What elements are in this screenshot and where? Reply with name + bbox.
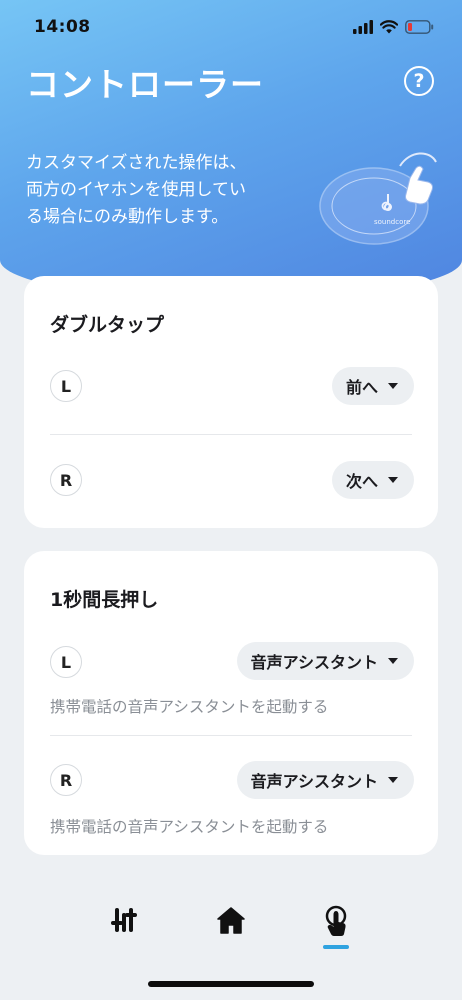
long-press-card: 1秒間長押し L 音声アシスタント 携帯電話の音声アシスタントを起動する R 音… <box>24 551 438 855</box>
earbud-illustration: soundcore <box>319 152 437 245</box>
chevron-down-icon <box>388 383 398 389</box>
left-earbud-badge: L <box>50 646 82 678</box>
tab-controls[interactable] <box>316 905 356 949</box>
active-tab-indicator <box>323 945 349 949</box>
home-indicator <box>148 981 314 987</box>
status-time: 14:08 <box>34 17 91 37</box>
long-press-right-description: 携帯電話の音声アシスタントを起動する <box>50 818 329 836</box>
wifi-icon <box>380 20 398 34</box>
hero-description: カスタマイズされた操作は、 両方のイヤホンを使用してい る場合にのみ動作します。 <box>26 150 298 231</box>
long-press-left-description: 携帯電話の音声アシスタントを起動する <box>50 698 329 716</box>
double-tap-left-value: 前へ <box>345 378 378 397</box>
long-press-left-value: 音声アシスタント <box>250 653 378 672</box>
divider <box>50 735 412 736</box>
tab-equalizer[interactable] <box>105 905 145 949</box>
header-banner: 14:08 コントローラー ? カスタマイズされた操作は、 両方のイヤホンを使用… <box>0 0 462 300</box>
equalizer-sliders-icon <box>111 908 137 932</box>
help-button[interactable]: ? <box>404 66 434 96</box>
status-icons <box>353 20 434 34</box>
double-tap-right-value: 次へ <box>345 472 378 491</box>
question-circle-icon: ? <box>413 70 425 92</box>
status-bar: 14:08 <box>0 0 462 54</box>
illustration-brand-text: soundcore <box>374 218 410 226</box>
double-tap-left-select[interactable]: 前へ <box>331 367 414 405</box>
tab-home[interactable] <box>211 905 251 949</box>
page-title: コントローラー <box>26 65 264 104</box>
hero-description-line: カスタマイズされた操作は、 <box>26 153 247 173</box>
chevron-down-icon <box>388 658 398 664</box>
left-earbud-badge: L <box>50 370 82 402</box>
divider <box>50 434 412 435</box>
double-tap-card: ダブルタップ L 前へ R 次へ <box>24 276 438 528</box>
signal-icon <box>353 20 373 34</box>
long-press-title: 1秒間長押し <box>50 589 159 611</box>
double-tap-right-select[interactable]: 次へ <box>331 461 414 499</box>
hero-description-line: 両方のイヤホンを使用してい <box>26 180 246 200</box>
chevron-down-icon <box>388 777 398 783</box>
hero-description-line: る場合にのみ動作します。 <box>26 207 229 227</box>
chevron-down-icon <box>388 477 398 483</box>
right-earbud-badge: R <box>50 764 82 796</box>
long-press-left-select[interactable]: 音声アシスタント <box>236 642 414 680</box>
long-press-right-select[interactable]: 音声アシスタント <box>236 761 414 799</box>
long-press-right-value: 音声アシスタント <box>250 772 378 791</box>
home-icon <box>217 907 245 934</box>
right-earbud-badge: R <box>50 464 82 496</box>
bottom-tab-bar <box>0 905 462 955</box>
double-tap-title: ダブルタップ <box>50 314 165 336</box>
battery-low-icon <box>405 20 434 34</box>
touch-control-icon <box>325 905 347 936</box>
